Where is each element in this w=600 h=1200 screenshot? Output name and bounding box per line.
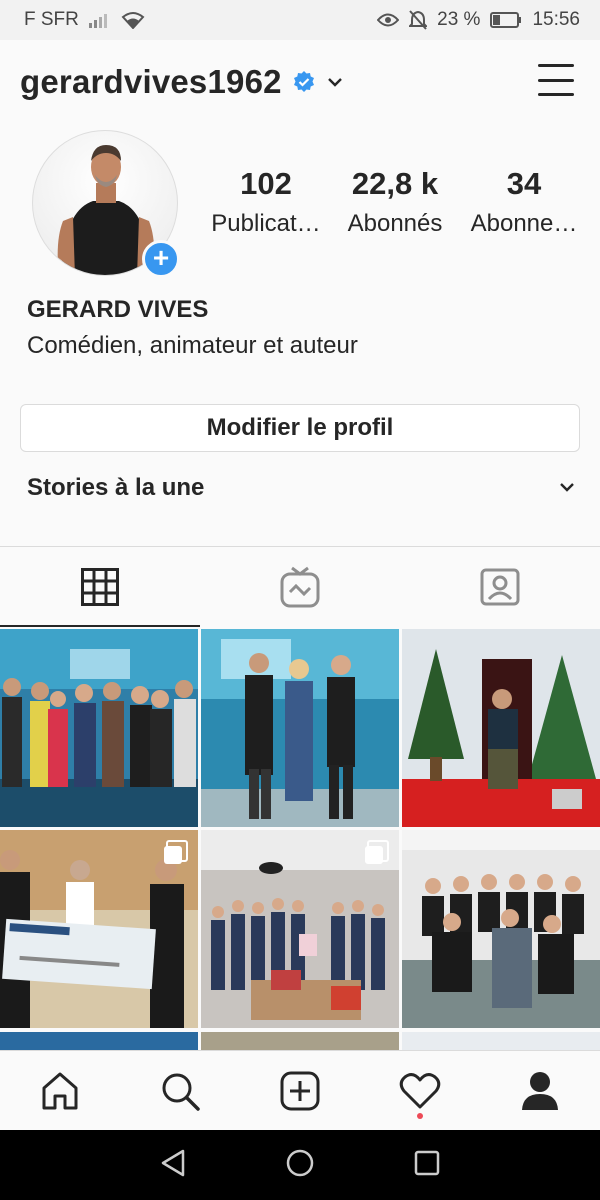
status-bar: F SFR 23 % 15:56 — [0, 0, 600, 40]
profile-avatar-container[interactable]: + — [32, 130, 180, 278]
post-tile-5[interactable] — [201, 830, 399, 1028]
tab-igtv[interactable] — [200, 547, 400, 627]
post-tile-9[interactable] — [402, 1032, 600, 1050]
post-image — [201, 629, 399, 827]
search-icon — [162, 1073, 200, 1111]
stat-posts[interactable]: 102 Publicat… — [205, 166, 327, 238]
profile-icon — [522, 1071, 558, 1110]
following-count: 34 — [506, 166, 542, 201]
home-icon — [42, 1072, 78, 1109]
post-tile-2[interactable] — [201, 629, 399, 827]
tagged-icon — [480, 568, 520, 606]
add-post-icon — [280, 1071, 320, 1110]
profile-tabs — [0, 547, 600, 627]
post-tile-4[interactable] — [0, 830, 198, 1028]
carousel-icon — [164, 840, 188, 864]
notification-dot — [417, 1112, 423, 1119]
menu-icon[interactable] — [538, 64, 574, 96]
clock: 15:56 — [532, 9, 580, 30]
add-story-button[interactable]: + — [142, 240, 180, 278]
chevron-down-icon[interactable] — [559, 479, 575, 497]
posts-label: Publicat… — [211, 210, 321, 237]
carousel-icon — [365, 840, 389, 864]
nav-activity[interactable] — [390, 1061, 450, 1121]
stat-following[interactable]: 34 Abonne… — [463, 166, 585, 238]
grid-icon — [81, 568, 119, 606]
highlights-label: Stories à la une — [27, 474, 205, 501]
stat-followers[interactable]: 22,8 k Abonnés — [334, 166, 456, 238]
bottom-navigation — [0, 1050, 600, 1130]
post-image — [402, 830, 600, 1028]
carrier-label: F SFR — [24, 9, 79, 30]
post-image — [0, 629, 198, 827]
account-switcher-chevron-icon[interactable] — [326, 76, 344, 88]
signal-icon — [88, 12, 111, 28]
nav-home[interactable] — [30, 1061, 90, 1121]
profile-header: gerardvives1962 — [0, 40, 600, 124]
post-tile-6[interactable] — [402, 830, 600, 1028]
post-tile-1[interactable] — [0, 629, 198, 827]
profile-stats: 102 Publicat… 22,8 k Abonnés 34 Abonne… — [205, 166, 585, 238]
username-title[interactable]: gerardvives1962 — [20, 63, 282, 101]
nav-profile[interactable] — [510, 1061, 570, 1121]
post-tile-8[interactable] — [201, 1032, 399, 1050]
post-image — [402, 629, 600, 827]
highlights-toggle[interactable]: Stories à la une — [27, 474, 575, 502]
post-tile-7[interactable] — [0, 1032, 198, 1050]
tab-grid[interactable] — [0, 547, 200, 627]
nav-search[interactable] — [150, 1061, 210, 1121]
home-circle-icon[interactable] — [285, 1148, 315, 1183]
following-label: Abonne… — [470, 210, 578, 237]
wifi-icon — [121, 11, 145, 29]
edit-profile-button[interactable]: Modifier le profil — [20, 404, 580, 452]
post-tile-3[interactable] — [402, 629, 600, 827]
profile-full-name: GERARD VIVES — [27, 296, 209, 323]
igtv-icon — [280, 566, 320, 608]
posts-grid-partial-row — [0, 1032, 600, 1050]
followers-label: Abonnés — [347, 210, 443, 237]
tab-tagged[interactable] — [400, 547, 600, 627]
posts-grid — [0, 629, 600, 1028]
posts-count: 102 — [240, 166, 292, 201]
battery-icon — [490, 12, 522, 28]
system-navigation-bar — [0, 1130, 600, 1200]
profile-bio: Comédien, animateur et auteur — [27, 332, 358, 359]
heart-icon — [399, 1072, 441, 1108]
followers-count: 22,8 k — [351, 166, 439, 201]
recents-icon[interactable] — [413, 1149, 441, 1182]
back-icon[interactable] — [159, 1148, 187, 1183]
battery-percent: 23 % — [437, 9, 481, 30]
nav-new-post[interactable] — [270, 1061, 330, 1121]
eye-icon — [377, 13, 400, 27]
bell-muted-icon — [409, 10, 428, 30]
verified-badge-icon — [292, 70, 316, 94]
